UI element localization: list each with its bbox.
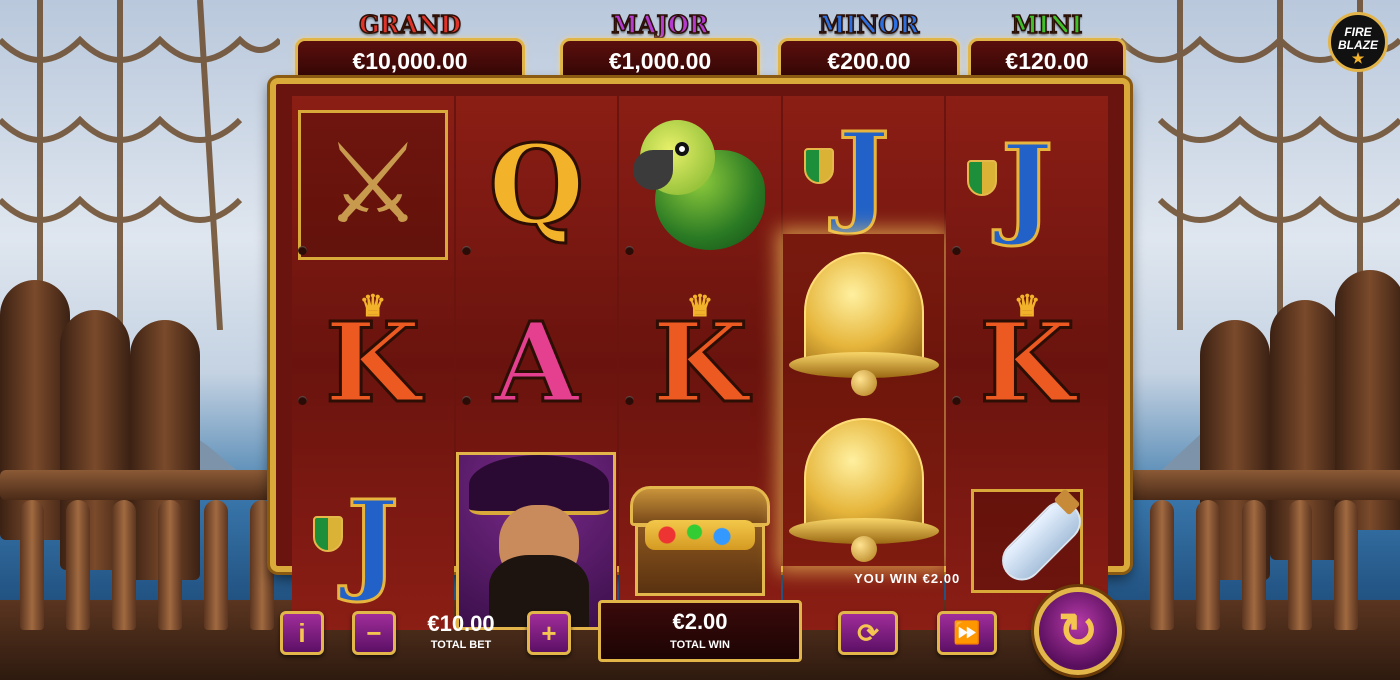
bell-icon [788,408,939,562]
reel-2: Q A [455,96,618,630]
message-bottle-icon [974,486,1090,596]
autoplay-button[interactable]: ⟳ [838,611,898,655]
q-glyph: Q [487,120,586,249]
plus-icon: + [541,617,557,648]
j-glyph: J [836,108,891,237]
balusters-right [1150,500,1358,630]
increase-bet-button[interactable]: + [527,611,571,655]
pirate-captain-icon [456,452,617,630]
symbol-parrot [619,96,781,274]
bell-icon [788,242,939,396]
shield-icon [803,148,834,184]
reel-1: ⚔ ♛ K J [292,96,454,630]
a-glyph: A [492,298,580,427]
symbol-k: ♛ K [946,274,1108,452]
symbol-j-letter: J [967,128,1055,241]
symbol-k: ♛ K [619,274,781,452]
pistols-frame: ⚔ [297,110,448,260]
j-glyph: J [345,476,400,605]
symbol-k-letter: ♛ K [323,292,422,420]
info-button[interactable]: i [280,611,324,655]
symbol-j-letter: J [803,116,891,229]
spin-icon: ↻ [1057,605,1099,658]
decrease-bet-button[interactable]: − [352,611,396,655]
crown-icon: ♛ [359,289,387,324]
autoplay-icon: ⟳ [857,617,879,648]
jackpot-grand-title: GRAND [358,9,461,40]
total-win-value: €2.00 [672,609,728,634]
symbol-k-letter: ♛ K [651,292,750,420]
total-bet-value: €10.00 [427,611,495,636]
railing-left [0,470,290,500]
parrot-icon [632,120,765,250]
symbol-a: A [456,274,618,452]
symbol-pirate-captain [456,452,618,630]
symbol-crossed-pistols: ⚔ [292,96,454,274]
reel-5: J ♛ K [946,96,1108,630]
symbol-k-letter: ♛ K [978,292,1077,420]
reel-grid: ⚔ ♛ K J Q A ♛ K J J ♛ K [292,96,1108,630]
reel-4: J [782,96,945,630]
railing-right [1120,470,1400,500]
reel-3: ♛ K [619,96,781,630]
jackpot-major: MAJOR €1,000.00 [560,9,760,84]
symbol-j: J [946,96,1108,274]
crossed-pistols-icon: ⚔ [323,123,423,246]
symbol-q: Q [456,96,618,274]
crown-icon: ♛ [686,289,714,324]
balusters-left [20,500,274,630]
j-glyph: J [1000,120,1055,249]
jackpot-mini: MINI €120.00 [968,9,1126,84]
minus-icon: − [366,617,382,648]
jackpot-minor-title: MINOR [818,9,920,40]
jackpot-mini-title: MINI [1011,9,1083,40]
win-message: YOU WIN €2.00 [854,571,961,586]
info-icon: i [298,617,306,648]
bottle-frame [971,486,1090,596]
crown-icon: ♛ [1013,289,1041,324]
fire-blaze-logo: FIRE BLAZE ★ [1328,12,1388,72]
spin-button[interactable]: ↻ [1034,587,1122,675]
jackpot-minor: MINOR €200.00 [778,9,960,84]
symbol-k: ♛ K [292,274,454,452]
logo-star-icon: ★ [1351,50,1365,66]
total-win-panel: €2.00 TOTAL WIN [598,600,802,662]
total-win-label: TOTAL WIN [670,639,730,651]
total-bet-panel: €10.00 TOTAL BET [400,607,522,655]
shield-icon [967,160,998,196]
reel-frame: ⚔ ♛ K J Q A ♛ K J J ♛ K [270,78,1130,630]
jackpot-major-title: MAJOR [611,9,710,40]
treasure-chest-icon [629,486,770,596]
turbo-button[interactable]: ⏩ [937,611,997,655]
symbol-j-letter: J [312,484,400,597]
shield-icon [312,516,343,552]
total-bet-label: TOTAL BET [430,639,492,651]
symbol-j: J [292,452,454,630]
winning-bells [782,234,945,566]
jackpot-grand: GRAND €10,000.00 [295,9,525,84]
turbo-icon: ⏩ [953,620,981,645]
symbol-j: J [783,96,945,250]
